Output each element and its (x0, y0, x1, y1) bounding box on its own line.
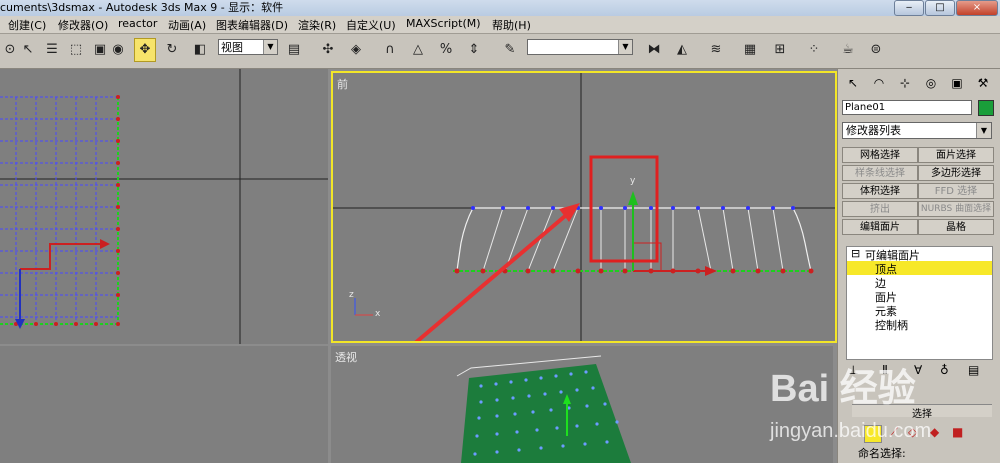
angle-snap-icon[interactable]: △ (408, 39, 428, 61)
stack-expand-icon[interactable]: ⊟ (851, 247, 860, 260)
material-editor-icon[interactable]: ⁘ (804, 39, 824, 61)
scale-icon[interactable]: ◧ (190, 39, 210, 61)
create-tab-icon[interactable]: ↖ (842, 73, 864, 93)
motion-tab-icon[interactable]: ◎ (920, 73, 942, 93)
extrude-button[interactable]: 挤出 (842, 201, 918, 217)
menu-help[interactable]: 帮助(H) (492, 17, 531, 33)
align-icon[interactable]: ◭ (672, 39, 692, 61)
object-color-swatch[interactable] (978, 100, 994, 116)
main-toolbar: ⊙ ↖ ☰ ⬚ ▣ ◉ ✥ ↻ ◧ 视图 ▼ ▤ ✣ ◈ ∩ △ % ⇕ ✎ ▼… (0, 34, 1000, 69)
menu-maxscript[interactable]: MAXScript(M) (406, 17, 481, 30)
display-tab-icon[interactable]: ▣ (946, 73, 968, 93)
select-by-name-icon[interactable]: ☰ (42, 39, 62, 61)
axis-z-label: z (349, 290, 354, 300)
axis-x-label: x (375, 309, 381, 319)
curve-editor-icon[interactable]: ▦ (740, 39, 760, 61)
front-view-canvas (333, 73, 835, 341)
minimize-button[interactable]: ‒ (894, 0, 924, 16)
edit-named-selection-icon[interactable]: ✎ (500, 39, 520, 61)
stack-item-handle[interactable]: 控制柄 (875, 317, 908, 333)
mesh-select-button[interactable]: 网格选择 (842, 147, 918, 163)
named-selection-combo[interactable]: ▼ (527, 39, 633, 55)
reference-coord-select[interactable]: 视图 ▼ (218, 39, 278, 55)
chevron-down-icon: ▼ (618, 40, 632, 54)
viewport-left[interactable] (0, 346, 328, 463)
top-view-canvas (0, 69, 328, 344)
menu-create[interactable]: 创建(C) (8, 17, 46, 33)
edit-patch-button[interactable]: 编辑面片 (842, 219, 918, 235)
element-mode-icon[interactable]: ◆ (930, 425, 939, 439)
move-icon[interactable]: ✥ (134, 38, 156, 62)
ffd-select-button[interactable]: FFD 选择 (918, 183, 994, 199)
utilities-tab-icon[interactable]: ⚒ (972, 73, 994, 93)
vol-select-button[interactable]: 体积选择 (842, 183, 918, 199)
stack-selection-highlight (847, 261, 992, 275)
percent-snap-icon[interactable]: % (436, 39, 456, 61)
menu-rendering[interactable]: 渲染(R) (298, 17, 336, 33)
select-manipulate-icon[interactable]: ✣ (318, 39, 338, 61)
configure-sets-icon[interactable]: ▤ (968, 363, 979, 377)
lattice-button[interactable]: 晶格 (918, 219, 994, 235)
close-button[interactable]: × (956, 0, 998, 16)
modifier-list-label: 修改器列表 (846, 124, 901, 137)
menu-customize[interactable]: 自定义(U) (346, 17, 396, 33)
gizmo-axis-y-label: y (630, 176, 636, 186)
snap-3d-icon[interactable]: ∩ (380, 39, 400, 61)
spinner-snap-icon[interactable]: ⇕ (464, 39, 484, 61)
link-icon[interactable]: ⊙ (0, 39, 20, 61)
spline-select-button[interactable]: 样条线选择 (842, 165, 918, 181)
named-selections-label: 命名选择: (858, 447, 906, 460)
menu-modifiers[interactable]: 修改器(O) (58, 17, 108, 33)
chevron-down-icon: ▼ (976, 123, 991, 138)
reference-coord-value: 视图 (221, 41, 243, 54)
pivot-center-icon[interactable]: ▤ (284, 39, 304, 61)
rotate-icon[interactable]: ↻ (162, 39, 182, 61)
modify-tab-icon[interactable]: ◠ (868, 73, 890, 93)
viewport-top[interactable] (0, 69, 328, 344)
window-crossing-icon[interactable]: ▣ (90, 39, 110, 61)
mirror-icon[interactable]: ⧓ (644, 39, 664, 61)
window-controls: ‒ □ × (893, 0, 998, 16)
menu-animation[interactable]: 动画(A) (168, 17, 206, 33)
menu-graph-editors[interactable]: 图表编辑器(D) (216, 17, 288, 33)
poly-select-button[interactable]: 多边形选择 (918, 165, 994, 181)
patch-select-button[interactable]: 面片选择 (918, 147, 994, 163)
handle-mode-icon[interactable]: ■ (952, 425, 963, 439)
nurbs-select-button[interactable]: NURBS 曲面选择 (918, 201, 994, 217)
title-bar: cuments\3dsmax - Autodesk 3ds Max 9 - 显示… (0, 0, 1000, 16)
maximize-button[interactable]: □ (925, 0, 955, 16)
modifier-list-dropdown[interactable]: 修改器列表 ▼ (842, 122, 992, 139)
render-scene-icon[interactable]: ☕ (838, 39, 858, 61)
remove-modifier-icon[interactable]: ♁ (940, 363, 949, 377)
modifier-stack: ⊟ 可编辑面片 顶点 边 面片 元素 控制柄 (846, 246, 993, 360)
chevron-down-icon: ▼ (263, 40, 277, 54)
perspective-canvas (456, 355, 631, 463)
select-arrow-icon[interactable]: ↖ (18, 39, 38, 61)
hierarchy-tab-icon[interactable]: ⊹ (894, 73, 916, 93)
quick-render-icon[interactable]: ⊜ (866, 39, 886, 61)
window-title: cuments\3dsmax - Autodesk 3ds Max 9 - 显示… (0, 1, 284, 14)
schematic-view-icon[interactable]: ⊞ (770, 39, 790, 61)
watermark-url: jingyan.baidu.com (770, 420, 932, 442)
keyboard-shortcut-icon[interactable]: ◈ (346, 39, 366, 61)
baidu-jingyan-watermark: Bai 经验 (770, 368, 916, 410)
viewport-front[interactable]: 前 y z x (331, 71, 837, 343)
object-name-field[interactable]: Plane01 (842, 100, 972, 115)
rect-region-icon[interactable]: ⬚ (66, 39, 86, 61)
menu-reactor[interactable]: reactor (118, 17, 157, 30)
layer-manager-icon[interactable]: ≋ (706, 39, 726, 61)
viewport-perspective[interactable]: 透视 (331, 346, 833, 463)
menu-bar: 创建(C) 修改器(O) reactor 动画(A) 图表编辑器(D) 渲染(R… (0, 16, 1000, 34)
select-object-icon[interactable]: ◉ (108, 39, 128, 61)
